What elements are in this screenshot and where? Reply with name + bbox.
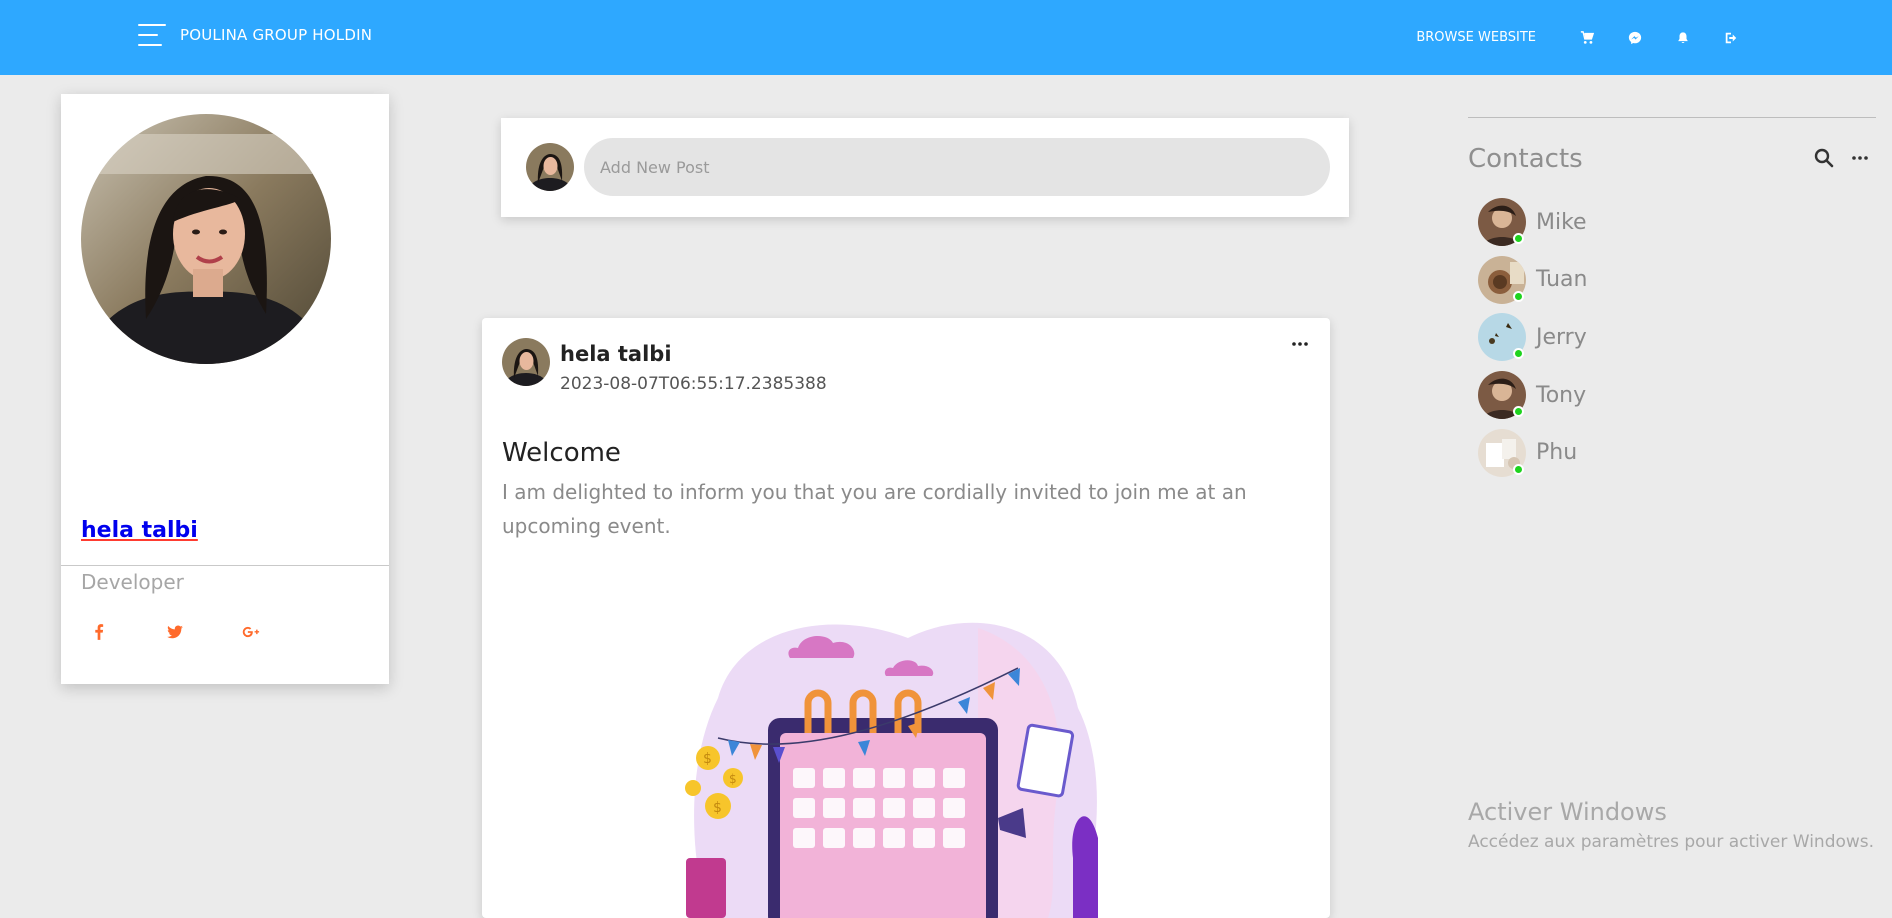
profile-avatar[interactable] [81, 114, 331, 364]
post-title: Welcome [502, 438, 621, 468]
post-card: hela talbi 2023-08-07T06:55:17.2385388 W… [482, 318, 1330, 918]
new-post-input[interactable] [584, 138, 1330, 196]
facebook-icon[interactable] [89, 622, 109, 642]
windows-activation-subtitle: Accédez aux paramètres pour activer Wind… [1468, 832, 1875, 852]
post-author-name[interactable]: hela talbi [560, 342, 672, 366]
profile-role: Developer [81, 570, 184, 594]
online-status-dot [1513, 233, 1524, 244]
contact-item-tony[interactable]: Tony [1478, 371, 1587, 420]
contacts-divider [1468, 117, 1876, 118]
online-status-dot [1513, 406, 1524, 418]
top-navbar: POULINA GROUP HOLDIN BROWSE WEBSITE [0, 0, 1892, 75]
user-avatar[interactable] [526, 143, 574, 191]
cart-icon[interactable] [1576, 27, 1598, 49]
contact-list: Mike Tuan Jerry Tony Phu [1478, 198, 1587, 486]
contact-avatar [1478, 313, 1526, 362]
google-plus-icon[interactable] [241, 622, 261, 642]
contact-name: Tony [1536, 382, 1587, 408]
bell-icon[interactable] [1672, 27, 1694, 49]
online-status-dot [1513, 463, 1524, 475]
twitter-icon[interactable] [165, 622, 185, 642]
svg-text:$: $ [729, 772, 737, 786]
contact-item-jerry[interactable]: Jerry [1478, 313, 1587, 362]
contact-avatar [1478, 428, 1526, 477]
navbar-actions: BROWSE WEBSITE [1416, 0, 1742, 75]
new-post-box [501, 118, 1349, 217]
post-timestamp: 2023-08-07T06:55:17.2385388 [560, 374, 827, 394]
contacts-more-icon[interactable] [1850, 148, 1870, 168]
svg-text:$: $ [713, 800, 722, 816]
contact-name: Phu [1536, 440, 1578, 466]
contact-avatar [1478, 371, 1526, 420]
profile-name-link[interactable]: hela talbi [81, 518, 198, 543]
contact-name: Tuan [1536, 267, 1588, 293]
messenger-icon[interactable] [1624, 27, 1646, 49]
more-options-icon[interactable] [1288, 336, 1312, 352]
windows-activation-title: Activer Windows [1468, 798, 1667, 826]
logout-icon[interactable] [1720, 27, 1742, 49]
menu-icon[interactable] [138, 24, 166, 46]
social-links [89, 622, 261, 642]
contact-item-mike[interactable]: Mike [1478, 198, 1587, 246]
contact-name: Mike [1536, 209, 1587, 235]
contact-item-phu[interactable]: Phu [1478, 428, 1587, 477]
browse-website-link[interactable]: BROWSE WEBSITE [1416, 30, 1536, 45]
search-icon[interactable] [1814, 148, 1834, 168]
contact-name: Jerry [1536, 324, 1587, 350]
contact-item-tuan[interactable]: Tuan [1478, 255, 1588, 304]
post-author-avatar[interactable] [502, 338, 550, 386]
online-status-dot [1513, 290, 1524, 302]
contacts-title: Contacts [1468, 144, 1583, 174]
brand-title[interactable]: POULINA GROUP HOLDIN [180, 26, 372, 44]
contact-avatar [1478, 255, 1526, 304]
event-illustration: $ $ $ [678, 608, 1108, 918]
contact-avatar [1478, 198, 1526, 246]
profile-card: hela talbi Developer [61, 94, 389, 684]
svg-text:$: $ [703, 751, 712, 767]
profile-divider [61, 565, 389, 566]
online-status-dot [1513, 348, 1524, 360]
post-body: I am delighted to inform you that you ar… [502, 480, 1247, 538]
